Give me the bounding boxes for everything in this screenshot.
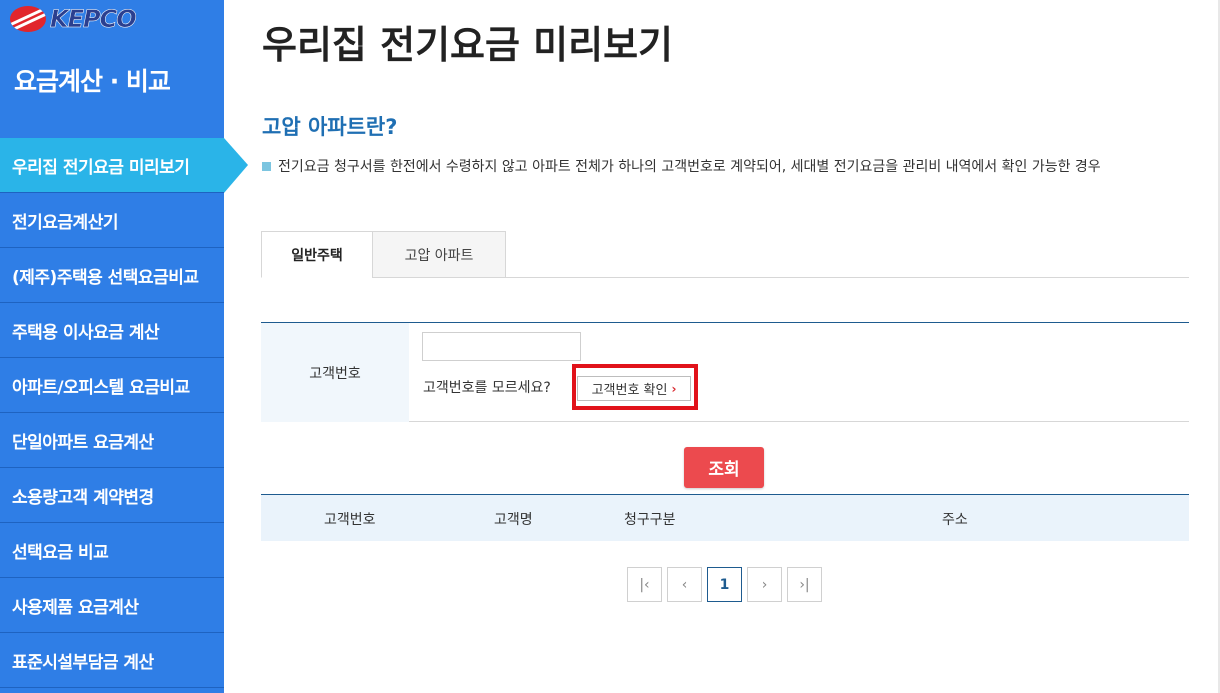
tab-general-house[interactable]: 일반주택 <box>261 231 373 278</box>
kepco-logo[interactable]: KEPCO <box>10 5 137 34</box>
sidebar-item-facility[interactable]: 표준시설부담금 계산 <box>0 633 224 688</box>
sidebar-item-small-contract[interactable]: 소용량고객 계약변경 <box>0 468 224 523</box>
col-billing-type: 청구구분 <box>624 512 676 528</box>
customer-number-input[interactable] <box>422 332 581 361</box>
sidebar-item-jeju-compare[interactable]: (제주)주택용 선택요금비교 <box>0 248 224 303</box>
section-title: 고압 아파트란? <box>262 115 398 139</box>
col-customer-name: 고객명 <box>494 512 533 528</box>
sidebar-title: 요금계산 · 비교 <box>14 67 171 96</box>
result-table-header: 고객번호 고객명 청구구분 주소 <box>261 494 1189 541</box>
first-page-button[interactable]: |‹ <box>627 567 662 602</box>
next-page-button[interactable]: › <box>747 567 782 602</box>
confirm-number-label: 고객번호 확인 <box>591 383 668 398</box>
col-customer-number: 고객번호 <box>324 512 376 528</box>
tab-high-voltage-apt[interactable]: 고압 아파트 <box>372 231 506 278</box>
chevron-right-icon: › <box>671 381 677 396</box>
unknown-number-text: 고객번호를 모르세요? <box>423 380 551 396</box>
bullet-icon <box>262 162 271 171</box>
sidebar-item-calculator[interactable]: 전기요금계산기 <box>0 193 224 248</box>
logo-text: KEPCO <box>50 5 137 34</box>
search-button[interactable]: 조회 <box>684 447 764 488</box>
page-title: 우리집 전기요금 미리보기 <box>262 23 674 67</box>
sidebar-item-product[interactable]: 사용제품 요금계산 <box>0 578 224 633</box>
page-1-button[interactable]: 1 <box>707 567 742 602</box>
last-page-button[interactable]: ›| <box>787 567 822 602</box>
kepco-logo-icon <box>10 6 46 32</box>
sidebar-item-apt-officetel[interactable]: 아파트/오피스텔 요금비교 <box>0 358 224 413</box>
description: 전기요금 청구서를 한전에서 수령하지 않고 아파트 전체가 하나의 고객번호로… <box>262 153 1187 181</box>
prev-page-button[interactable]: ‹ <box>667 567 702 602</box>
customer-form: 고객번호 고객번호를 모르세요? 고객번호 확인 › <box>261 322 1189 422</box>
sidebar-item-preview[interactable]: 우리집 전기요금 미리보기 <box>0 138 248 193</box>
sidebar-item-select-compare[interactable]: 선택요금 비교 <box>0 523 224 578</box>
sidebar-item-moving[interactable]: 주택용 이사요금 계산 <box>0 303 224 358</box>
description-text: 전기요금 청구서를 한전에서 수령하지 않고 아파트 전체가 하나의 고객번호로… <box>278 159 1101 175</box>
sidebar: KEPCO 요금계산 · 비교 우리집 전기요금 미리보기 전기요금계산기 (제… <box>0 0 248 693</box>
confirm-number-button[interactable]: 고객번호 확인 › <box>577 376 691 401</box>
tab-bar: 일반주택 고압 아파트 <box>261 231 1189 278</box>
col-address: 주소 <box>942 512 968 528</box>
sidebar-menu: 우리집 전기요금 미리보기 전기요금계산기 (제주)주택용 선택요금비교 주택용… <box>0 138 248 688</box>
sidebar-item-single-apt[interactable]: 단일아파트 요금계산 <box>0 413 224 468</box>
customer-number-label: 고객번호 <box>261 323 409 422</box>
